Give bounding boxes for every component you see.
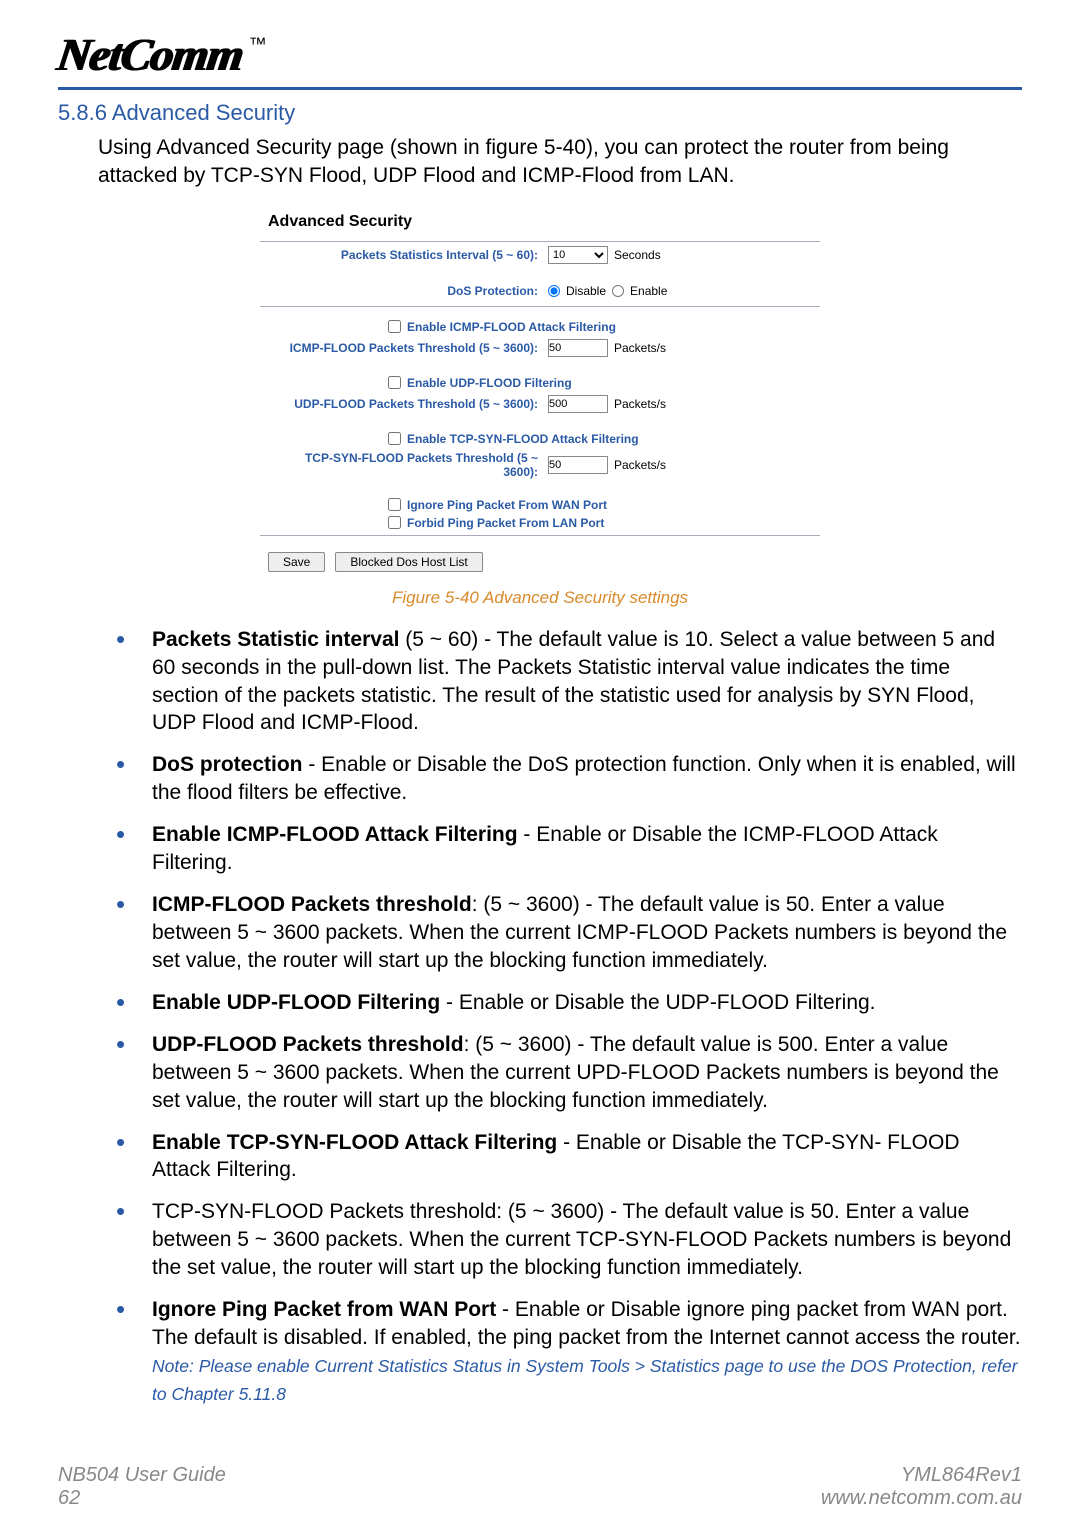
- list-item: Packets Statistic interval (5 ~ 60) - Th…: [116, 626, 1022, 738]
- list-item: ICMP-FLOOD Packets threshold: (5 ~ 3600)…: [116, 891, 1022, 975]
- dos-disable-radio[interactable]: [548, 285, 560, 297]
- footer-doc-title: NB504 User Guide: [58, 1464, 226, 1487]
- bullet-text: - Enable or Disable the UDP-FLOOD Filter…: [440, 991, 875, 1014]
- bullet-bold: ICMP-FLOOD Packets threshold: [152, 893, 472, 916]
- bullet-bold: Enable ICMP-FLOOD Attack Filtering: [152, 823, 518, 846]
- stat-interval-label: Packets Statistics Interval (5 ~ 60):: [268, 248, 548, 262]
- udp-filter-text: Enable UDP-FLOOD Filtering: [407, 376, 572, 390]
- bullet-bold: Packets Statistic interval: [152, 628, 399, 651]
- list-item: UDP-FLOOD Packets threshold: (5 ~ 3600) …: [116, 1031, 1022, 1115]
- icmp-threshold-label: ICMP-FLOOD Packets Threshold (5 ~ 3600):: [268, 341, 548, 355]
- tcp-threshold-unit: Packets/s: [614, 458, 666, 472]
- bullet-text: TCP-SYN-FLOOD Packets threshold: (5 ~ 36…: [152, 1200, 1011, 1279]
- tcp-threshold-row: TCP-SYN-FLOOD Packets Threshold (5 ~ 360…: [260, 447, 820, 483]
- bullet-bold: Enable TCP-SYN-FLOOD Attack Filtering: [152, 1131, 557, 1154]
- udp-filter-checkbox[interactable]: [388, 376, 401, 389]
- ignore-ping-checkbox[interactable]: [388, 498, 401, 511]
- ignore-ping-row: Ignore Ping Packet From WAN Port: [260, 495, 820, 513]
- icmp-threshold-unit: Packets/s: [614, 341, 666, 355]
- dos-row: DoS Protection: Disable Enable: [260, 280, 820, 302]
- tcp-filter-chk-row: Enable TCP-SYN-FLOOD Attack Filtering: [260, 429, 820, 447]
- section-heading: 5.8.6 Advanced Security: [58, 100, 1022, 126]
- figure-caption: Figure 5-40 Advanced Security settings: [58, 588, 1022, 608]
- footer: NB504 User Guide 62 YML864Rev1 www.netco…: [0, 1464, 1080, 1510]
- footer-rev: YML864Rev1: [821, 1464, 1022, 1487]
- header-rule: [58, 87, 1022, 90]
- tcp-filter-text: Enable TCP-SYN-FLOOD Attack Filtering: [407, 432, 639, 446]
- icmp-filter-chk-row: Enable ICMP-FLOOD Attack Filtering: [260, 317, 820, 335]
- list-item: DoS protection - Enable or Disable the D…: [116, 751, 1022, 807]
- dos-enable-text: Enable: [630, 284, 667, 298]
- logo-tm: ™: [249, 34, 267, 55]
- logo: NetComm ™: [58, 28, 1022, 81]
- list-item: Enable UDP-FLOOD Filtering - Enable or D…: [116, 989, 1022, 1017]
- dos-enable-radio[interactable]: [612, 285, 624, 297]
- blocked-list-button[interactable]: Blocked Dos Host List: [335, 552, 482, 572]
- icmp-filter-text: Enable ICMP-FLOOD Attack Filtering: [407, 320, 616, 334]
- bullet-bold: DoS protection: [152, 753, 303, 776]
- icmp-threshold-input[interactable]: [548, 339, 608, 357]
- forbid-ping-row: Forbid Ping Packet From LAN Port: [260, 513, 820, 531]
- udp-threshold-input[interactable]: [548, 395, 608, 413]
- footer-right: YML864Rev1 www.netcomm.com.au: [821, 1464, 1022, 1510]
- forbid-ping-checkbox[interactable]: [388, 516, 401, 529]
- list-item: Enable ICMP-FLOOD Attack Filtering - Ena…: [116, 821, 1022, 877]
- bullet-note: Note: Please enable Current Statistics S…: [152, 1356, 1018, 1404]
- udp-threshold-label: UDP-FLOOD Packets Threshold (5 ~ 3600):: [268, 397, 548, 411]
- stat-interval-row: Packets Statistics Interval (5 ~ 60): 10…: [260, 242, 820, 268]
- ignore-ping-text: Ignore Ping Packet From WAN Port: [407, 498, 607, 512]
- bullet-list: Packets Statistic interval (5 ~ 60) - Th…: [116, 626, 1022, 1408]
- footer-url: www.netcomm.com.au: [821, 1487, 1022, 1510]
- udp-threshold-row: UDP-FLOOD Packets Threshold (5 ~ 3600): …: [260, 391, 820, 417]
- stat-interval-unit: Seconds: [614, 248, 661, 262]
- save-button[interactable]: Save: [268, 552, 325, 572]
- bullet-bold: Enable UDP-FLOOD Filtering: [152, 991, 440, 1014]
- panel-title: Advanced Security: [260, 205, 820, 242]
- screenshot-wrap: Advanced Security Packets Statistics Int…: [58, 205, 1022, 582]
- advanced-security-panel: Advanced Security Packets Statistics Int…: [260, 205, 820, 582]
- dos-disable-text: Disable: [566, 284, 606, 298]
- udp-filter-chk-row: Enable UDP-FLOOD Filtering: [260, 373, 820, 391]
- udp-threshold-unit: Packets/s: [614, 397, 666, 411]
- footer-left: NB504 User Guide 62: [58, 1464, 226, 1510]
- footer-page-number: 62: [58, 1487, 226, 1510]
- icmp-filter-checkbox[interactable]: [388, 320, 401, 333]
- icmp-threshold-row: ICMP-FLOOD Packets Threshold (5 ~ 3600):…: [260, 335, 820, 361]
- stat-interval-select[interactable]: 10: [548, 246, 608, 264]
- forbid-ping-text: Forbid Ping Packet From LAN Port: [407, 516, 604, 530]
- bullet-bold: Ignore Ping Packet from WAN Port: [152, 1298, 496, 1321]
- dos-label: DoS Protection:: [268, 284, 548, 298]
- intro-paragraph: Using Advanced Security page (shown in f…: [98, 134, 1022, 191]
- list-item: TCP-SYN-FLOOD Packets threshold: (5 ~ 36…: [116, 1198, 1022, 1282]
- tcp-threshold-input[interactable]: [548, 456, 608, 474]
- bullet-bold: UDP-FLOOD Packets threshold: [152, 1033, 464, 1056]
- tcp-filter-checkbox[interactable]: [388, 432, 401, 445]
- list-item: Enable TCP-SYN-FLOOD Attack Filtering - …: [116, 1129, 1022, 1185]
- logo-text: NetComm: [54, 28, 246, 81]
- list-item: Ignore Ping Packet from WAN Port - Enabl…: [116, 1296, 1022, 1408]
- tcp-threshold-label: TCP-SYN-FLOOD Packets Threshold (5 ~ 360…: [268, 451, 548, 479]
